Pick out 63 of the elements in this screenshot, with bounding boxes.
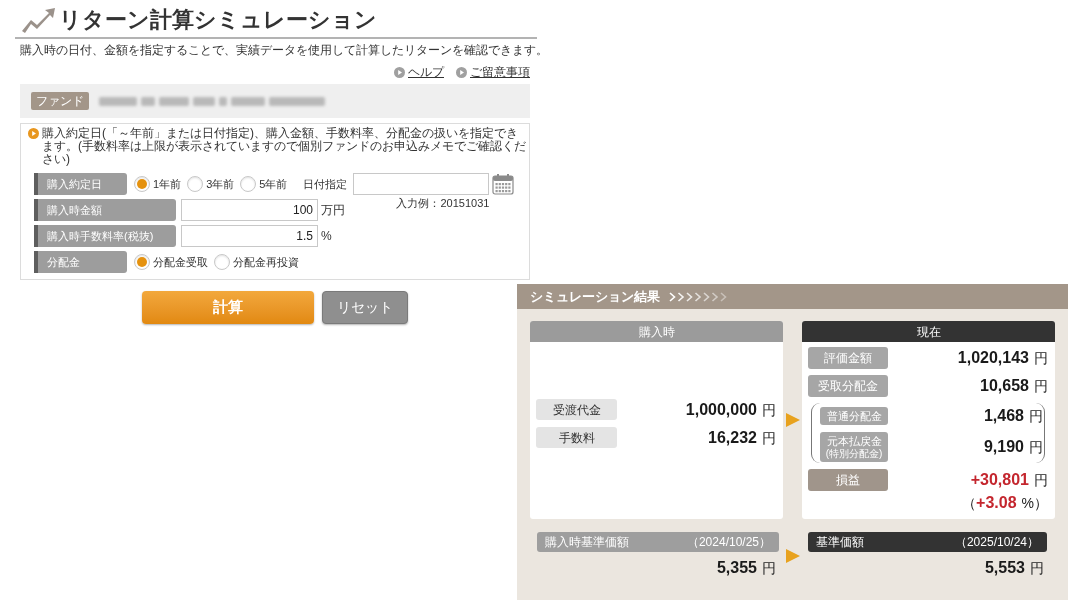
card-heading: 現在: [802, 321, 1055, 342]
amount-value: 1,000,000: [685, 399, 757, 420]
arrow-right-icon: [785, 413, 800, 427]
input-example-text: 入力例：20151031: [396, 197, 490, 210]
price-date: （2024/10/25）: [686, 534, 771, 551]
currency-unit: 円: [762, 559, 776, 578]
help-link[interactable]: ご留意事項: [456, 65, 530, 79]
radio-option[interactable]: 1年前: [134, 175, 182, 193]
radio-option[interactable]: 3年前: [187, 175, 235, 193]
item-label: 評価金額: [808, 347, 888, 369]
amount-value: 10,658: [980, 376, 1029, 396]
unit-label: 万円: [321, 202, 345, 219]
item-label: 受取分配金: [808, 375, 888, 397]
help-link[interactable]: ヘルプ: [394, 65, 444, 79]
play-circle-icon: [394, 66, 405, 78]
currency-unit: 円: [762, 428, 776, 448]
price-label: 基準価額: [816, 534, 864, 551]
card-heading: 購入時: [530, 321, 783, 342]
page-title: リターン計算シミュレーション: [59, 7, 377, 33]
amount-value: 1,020,143: [957, 348, 1029, 368]
trend-arrow-icon: [20, 7, 56, 33]
field-label: 分配金: [34, 251, 127, 273]
sublabel-text: (特別分配金): [825, 447, 883, 460]
form-note-text: 購入約定日(「～年前」または日付指定)、購入金額、手数料率、分配金の扱いを指定できます。(手数料率は上限が表示されていますので個別ファンドのお申込みメモでご確認ください): [42, 127, 526, 166]
date-input[interactable]: [353, 173, 490, 195]
amount-value: +30,801: [970, 470, 1029, 490]
radio-option[interactable]: 分配金受取: [134, 253, 208, 271]
field-label: 購入時金額: [34, 199, 176, 221]
item-label: 手数料: [536, 427, 617, 448]
number-input[interactable]: 1.5: [181, 225, 318, 247]
label-text: 元本払戻金: [826, 434, 882, 448]
currency-unit: 円: [1029, 407, 1043, 426]
radio-option[interactable]: 分配金再投資: [214, 253, 299, 271]
radio-option[interactable]: 5年前: [240, 175, 288, 193]
play-circle-icon: [456, 66, 467, 78]
profit-rate: （+3.08 %）: [962, 493, 1048, 513]
amount-value: 1,468: [983, 406, 1024, 426]
chevrons-icon: [668, 291, 728, 302]
profit-label: 損益: [808, 469, 888, 491]
date-label: 日付指定: [303, 176, 348, 192]
item-label: 受渡代金: [536, 399, 617, 420]
currency-unit: 円: [1030, 559, 1044, 578]
amount-value: 5,553: [984, 558, 1025, 578]
results-title: シミュレーション結果: [530, 287, 660, 306]
currency-unit: 円: [1034, 471, 1048, 490]
currency-unit: 円: [762, 400, 776, 420]
arrow-right-icon: [785, 549, 800, 563]
currency-unit: 円: [1034, 349, 1048, 368]
calendar-icon[interactable]: [492, 173, 515, 195]
currency-unit: 円: [1034, 377, 1048, 396]
currency-unit: 円: [1029, 438, 1043, 457]
fund-tag: ファンド: [31, 92, 89, 110]
field-label: 購入時手数料率(税抜): [34, 225, 176, 247]
price-label: 購入時基準価額: [545, 534, 629, 551]
play-circle-icon: [28, 128, 39, 139]
label-text: 普通分配金: [826, 409, 882, 423]
price-date: （2025/10/24）: [954, 534, 1039, 551]
unit-label: %: [321, 228, 332, 245]
amount-value: 16,232: [708, 427, 757, 448]
number-input[interactable]: 100: [181, 199, 318, 221]
amount-value: 5,355: [716, 558, 757, 578]
amount-value: 9,190: [983, 437, 1024, 457]
field-label: 購入約定日: [34, 173, 127, 195]
